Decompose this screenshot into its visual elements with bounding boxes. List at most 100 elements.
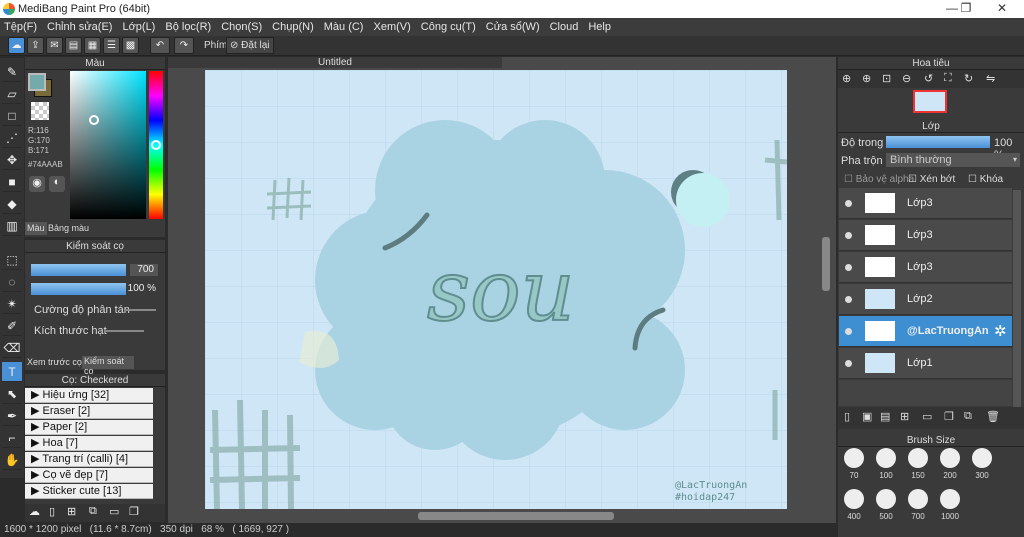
menu-edit[interactable]: Chỉnh sửa(E) — [47, 21, 112, 33]
reset-button[interactable]: ⊘ Đặt lại — [226, 37, 274, 54]
flip-icon[interactable]: ⇋ — [986, 72, 995, 85]
protect-alpha-checkbox[interactable]: ☐ Bảo vệ alpha — [844, 174, 914, 185]
new-brush-icon[interactable]: ▯ — [49, 505, 55, 518]
eye-icon[interactable] — [845, 232, 852, 239]
saturation-value-picker[interactable] — [70, 71, 146, 219]
clip-checkbox[interactable]: ☐ Xén bớt — [908, 174, 955, 185]
brush-tool-icon[interactable]: ✎ — [2, 62, 22, 82]
add-brush-icon[interactable]: ⊞ — [67, 505, 76, 518]
menu-tools[interactable]: Công cụ(T) — [421, 21, 476, 33]
layer-opacity-slider[interactable] — [886, 136, 990, 148]
merge-layer-icon[interactable]: ⧉ — [964, 410, 972, 423]
palette-icon[interactable]: ◉ — [29, 176, 45, 192]
brush-size-preset[interactable]: 300 — [968, 448, 996, 480]
layer-row[interactable]: Lớp3 — [839, 252, 1012, 283]
eye-icon[interactable] — [845, 296, 852, 303]
bucket-tool-icon[interactable]: ◆ — [2, 194, 22, 214]
share-icon[interactable]: ⇪ — [27, 37, 44, 54]
lock-checkbox[interactable]: ☐ Khóa — [968, 174, 1003, 185]
layer-row[interactable]: Lớp1 — [839, 348, 1012, 379]
brush-size-value[interactable]: 700 — [130, 264, 158, 276]
copy-brush-icon[interactable]: ⧉ — [89, 505, 97, 518]
layer-row-selected[interactable]: @LacTruongAn ✲ — [839, 316, 1012, 347]
horizontal-scrollbar[interactable] — [418, 512, 614, 520]
menu-file[interactable]: Tệp(F) — [4, 21, 37, 33]
fit-icon[interactable]: ⊡ — [882, 72, 891, 85]
comment-icon[interactable]: ✉ — [46, 37, 63, 54]
new-halftone-layer-icon[interactable]: ▣ — [862, 410, 872, 423]
vertical-scrollbar[interactable] — [822, 237, 830, 291]
scatter-slider[interactable] — [126, 309, 156, 311]
menu-layer[interactable]: Lớp(L) — [122, 21, 155, 33]
rotate-right-icon[interactable]: ↻ — [964, 72, 973, 85]
zoom-in-alt-icon[interactable]: ⊕ — [862, 72, 871, 85]
menu-color[interactable]: Màu (C) — [324, 21, 364, 33]
menu-window[interactable]: Cửa sổ(W) — [486, 21, 540, 33]
text-tool-icon[interactable]: T — [2, 362, 22, 382]
foreground-color-swatch[interactable] — [28, 73, 46, 91]
eraser-tool-icon[interactable]: ▱ — [2, 84, 22, 104]
new-layer-icon[interactable]: ▯ — [844, 410, 850, 423]
tab-brush-preview[interactable]: Xem trước cọ — [27, 357, 82, 367]
menu-filter[interactable]: Bộ lọc(R) — [165, 21, 211, 33]
brush-size-preset[interactable]: 700 — [904, 489, 932, 521]
menu-cloud[interactable]: Cloud — [550, 21, 579, 33]
sv-cursor[interactable] — [89, 115, 99, 125]
operation-tool-icon[interactable]: ⬉ — [2, 384, 22, 404]
gradient-tool-icon[interactable]: ▥ — [2, 216, 22, 236]
eye-icon[interactable] — [845, 328, 852, 335]
duplicate-icon[interactable]: ❐ — [129, 505, 139, 518]
color-picker-icon[interactable]: ◐ — [49, 176, 65, 192]
panel-icon[interactable]: ▤ — [65, 37, 82, 54]
hand-tool-icon[interactable]: ✋ — [2, 450, 22, 470]
rotate-left-icon[interactable]: ↺ — [924, 72, 933, 85]
zoom-in-icon[interactable]: ⊕ — [842, 72, 851, 85]
cloud-icon[interactable]: ☁ — [8, 37, 25, 54]
delete-layer-icon[interactable]: 🗑 — [986, 410, 1000, 423]
grid-icon[interactable]: ▩ — [122, 37, 139, 54]
zoom-out-icon[interactable]: ⊖ — [902, 72, 911, 85]
tab-palette[interactable]: Bảng màu — [48, 222, 98, 235]
rect-select-icon[interactable]: ⬚ — [2, 250, 22, 270]
move-tool-icon[interactable]: ✥ — [2, 150, 22, 170]
eye-icon[interactable] — [845, 264, 852, 271]
brush-size-preset[interactable]: 150 — [904, 448, 932, 480]
add-layer-icon[interactable]: ⊞ — [900, 410, 909, 423]
navigator-preview[interactable] — [913, 90, 947, 113]
layer-folder-icon[interactable]: ▭ — [922, 410, 932, 423]
fit-window-icon[interactable]: ⛶ — [944, 72, 952, 85]
brush-size-slider[interactable] — [31, 264, 126, 276]
undo-icon[interactable]: ↶ — [150, 37, 170, 54]
shape-tool-icon[interactable]: □ — [2, 106, 22, 126]
eyedropper-icon[interactable]: ⌐ — [2, 428, 22, 448]
redo-icon[interactable]: ↷ — [174, 37, 194, 54]
layer-row[interactable]: Lớp3 — [839, 188, 1012, 219]
brush-size-preset[interactable]: 70 — [840, 448, 868, 480]
menu-snap[interactable]: Chụp(N) — [272, 21, 314, 33]
list-icon[interactable]: ☰ — [103, 37, 120, 54]
duplicate-layer-icon[interactable]: ❐ — [944, 410, 954, 423]
menu-select[interactable]: Chọn(S) — [221, 21, 262, 33]
menu-view[interactable]: Xem(V) — [373, 21, 410, 33]
list-item[interactable]: ▶ Hiệu ứng [32] — [25, 388, 153, 403]
divide-tool-icon[interactable]: ✒ — [2, 406, 22, 426]
brush-size-preset[interactable]: 500 — [872, 489, 900, 521]
gear-icon[interactable]: ✲ — [994, 322, 1007, 340]
layer-row[interactable]: Lớp3 — [839, 220, 1012, 251]
layer-scrollbar[interactable] — [1013, 190, 1021, 408]
new-8bit-layer-icon[interactable]: ▤ — [880, 410, 890, 423]
transparent-color-swatch[interactable] — [31, 102, 49, 120]
tab-color[interactable]: Màu — [25, 222, 47, 235]
close-button[interactable]: ✕ — [982, 1, 1022, 17]
list-item[interactable]: ▶ Cọ vẽ đẹp [7] — [25, 468, 153, 483]
menu-help[interactable]: Help — [588, 21, 611, 33]
grain-slider[interactable] — [104, 330, 144, 332]
restore-button[interactable]: ❐ — [946, 1, 986, 17]
drawing-canvas[interactable]: sou @LacTruongAn #hoidap247 — [205, 70, 787, 509]
list-item[interactable]: ▶ Trang trí (calli) [4] — [25, 452, 153, 467]
blend-mode-select[interactable]: Bình thường ▾ — [886, 153, 1020, 167]
list-item[interactable]: ▶ Eraser [2] — [25, 404, 153, 419]
tab-brush-control[interactable]: Kiểm soát cọ — [82, 356, 134, 376]
brush-size-preset[interactable]: 400 — [840, 489, 868, 521]
magic-wand-icon[interactable]: ✴ — [2, 294, 22, 314]
